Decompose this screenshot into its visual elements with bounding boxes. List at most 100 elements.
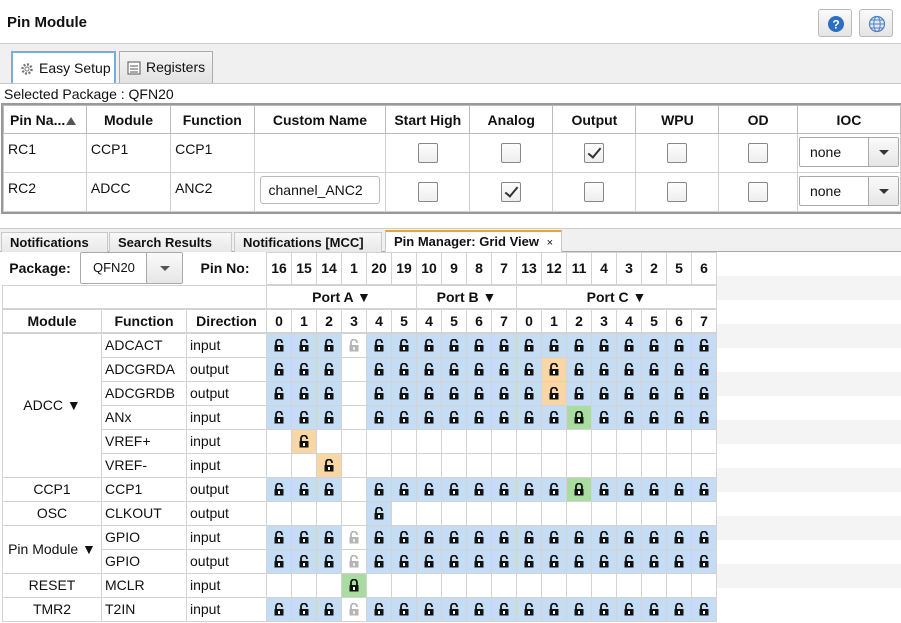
pin-cell[interactable] — [666, 501, 692, 526]
pin-cell[interactable] — [291, 477, 317, 502]
pin-cell[interactable] — [541, 501, 567, 526]
pin-cell[interactable] — [616, 381, 642, 406]
pin-cell[interactable] — [466, 573, 492, 598]
pin-cell[interactable] — [366, 405, 392, 430]
pin-cell[interactable] — [291, 429, 317, 454]
pin-cell[interactable] — [641, 477, 667, 502]
wpu-checkbox[interactable] — [667, 143, 688, 163]
pin-cell[interactable] — [441, 549, 467, 574]
pin-cell[interactable] — [366, 477, 392, 502]
pin-cell[interactable] — [666, 429, 692, 454]
pin-cell[interactable] — [466, 357, 492, 382]
pin-cell[interactable] — [666, 525, 692, 550]
pin-cell[interactable] — [566, 525, 592, 550]
pin-cell[interactable] — [391, 573, 417, 598]
pin-cell[interactable] — [666, 381, 692, 406]
pin-cell[interactable] — [341, 453, 367, 478]
pin-cell[interactable] — [541, 429, 567, 454]
pin-cell[interactable] — [341, 525, 367, 550]
pin-cell[interactable] — [316, 453, 342, 478]
pin-cell[interactable] — [441, 333, 467, 358]
pin-cell[interactable] — [516, 453, 542, 478]
pin-cell[interactable] — [291, 405, 317, 430]
pin-cell[interactable] — [316, 501, 342, 526]
tab-notifications-mcc[interactable]: Notifications [MCC] — [234, 232, 382, 252]
pin-cell[interactable] — [266, 525, 292, 550]
pin-cell[interactable] — [416, 501, 442, 526]
pin-cell[interactable] — [516, 357, 542, 382]
pin-cell[interactable] — [591, 357, 617, 382]
pin-cell[interactable] — [416, 357, 442, 382]
pin-cell[interactable] — [266, 549, 292, 574]
pin-cell[interactable] — [491, 333, 517, 358]
pin-cell[interactable] — [616, 333, 642, 358]
pin-cell[interactable] — [266, 357, 292, 382]
pin-cell[interactable] — [541, 453, 567, 478]
pin-cell[interactable] — [316, 549, 342, 574]
pin-cell[interactable] — [416, 549, 442, 574]
pin-cell[interactable] — [491, 549, 517, 574]
pin-cell[interactable] — [416, 597, 442, 622]
pin-cell[interactable] — [441, 597, 467, 622]
pin-cell[interactable] — [666, 573, 692, 598]
pin-cell[interactable] — [541, 405, 567, 430]
pin-cell[interactable] — [691, 405, 717, 430]
custom-name-cell[interactable] — [253, 133, 387, 173]
pin-cell[interactable] — [291, 453, 317, 478]
pin-cell[interactable] — [691, 453, 717, 478]
pin-cell[interactable] — [266, 573, 292, 598]
pin-cell[interactable] — [466, 453, 492, 478]
pin-cell[interactable] — [266, 477, 292, 502]
pin-cell[interactable] — [291, 333, 317, 358]
pin-cell[interactable] — [691, 501, 717, 526]
pin-cell[interactable] — [416, 405, 442, 430]
pin-cell[interactable] — [591, 501, 617, 526]
pin-cell[interactable] — [591, 381, 617, 406]
pin-cell[interactable] — [516, 597, 542, 622]
pin-cell[interactable] — [566, 573, 592, 598]
pin-cell[interactable] — [516, 501, 542, 526]
pin-cell[interactable] — [391, 597, 417, 622]
pin-cell[interactable] — [391, 453, 417, 478]
pin-cell[interactable] — [691, 333, 717, 358]
tab-search-results[interactable]: Search Results — [109, 232, 232, 252]
pin-cell[interactable] — [341, 429, 367, 454]
pin-cell[interactable] — [466, 501, 492, 526]
pin-cell[interactable] — [616, 573, 642, 598]
pin-cell[interactable] — [641, 573, 667, 598]
pin-cell[interactable] — [366, 597, 392, 622]
pin-cell[interactable] — [291, 549, 317, 574]
pin-cell[interactable] — [541, 381, 567, 406]
pin-cell[interactable] — [541, 333, 567, 358]
pin-cell[interactable] — [491, 453, 517, 478]
pin-cell[interactable] — [666, 357, 692, 382]
pin-cell[interactable] — [416, 573, 442, 598]
pin-cell[interactable] — [341, 333, 367, 358]
port-c-header[interactable]: Port C ▼ — [516, 285, 717, 309]
pin-cell[interactable] — [591, 333, 617, 358]
pin-cell[interactable] — [541, 597, 567, 622]
pin-cell[interactable] — [641, 597, 667, 622]
pin-cell[interactable] — [366, 573, 392, 598]
pin-cell[interactable] — [641, 381, 667, 406]
pin-cell[interactable] — [491, 381, 517, 406]
start-high-checkbox[interactable] — [417, 182, 438, 202]
pin-cell[interactable] — [641, 501, 667, 526]
pin-cell[interactable] — [591, 477, 617, 502]
pin-cell[interactable] — [466, 333, 492, 358]
pin-cell[interactable] — [616, 429, 642, 454]
ioc-select[interactable]: none — [798, 137, 899, 167]
pin-cell[interactable] — [441, 477, 467, 502]
pin-cell[interactable] — [591, 429, 617, 454]
pin-cell[interactable] — [666, 597, 692, 622]
pin-cell[interactable] — [616, 597, 642, 622]
col-analog[interactable]: Analog — [469, 105, 554, 134]
col-ioc[interactable]: IOC — [796, 105, 901, 134]
pin-cell[interactable] — [291, 381, 317, 406]
pin-cell[interactable] — [591, 597, 617, 622]
pin-cell[interactable] — [316, 477, 342, 502]
pin-cell[interactable] — [641, 357, 667, 382]
pin-cell[interactable] — [341, 597, 367, 622]
pin-cell[interactable] — [316, 357, 342, 382]
pin-cell[interactable] — [691, 549, 717, 574]
